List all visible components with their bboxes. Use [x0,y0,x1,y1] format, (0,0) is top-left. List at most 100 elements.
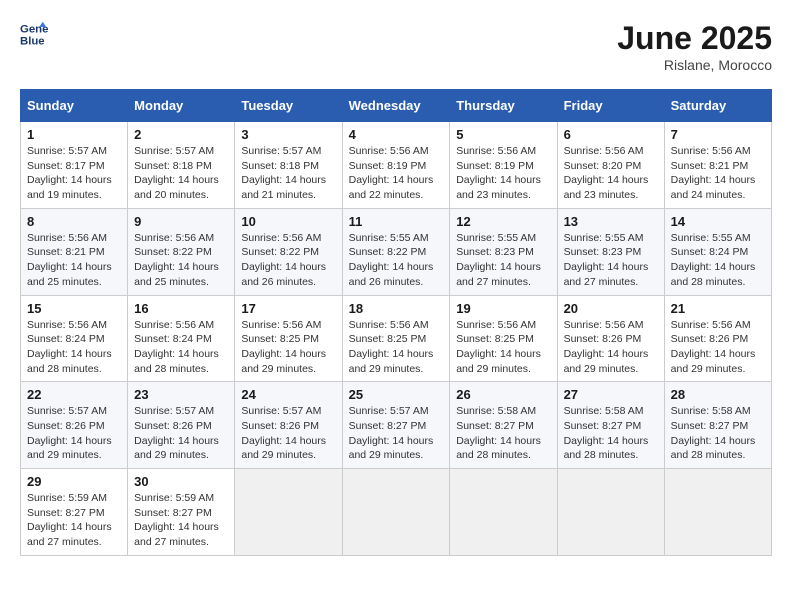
calendar-week-row: 22 Sunrise: 5:57 AM Sunset: 8:26 PM Dayl… [21,382,772,469]
day-number: 27 [564,387,658,402]
day-number: 8 [27,214,121,229]
col-sunday: Sunday [21,90,128,122]
day-info: Sunrise: 5:59 AM Sunset: 8:27 PM Dayligh… [27,491,121,550]
day-number: 24 [241,387,335,402]
day-info: Sunrise: 5:55 AM Sunset: 8:23 PM Dayligh… [456,231,550,290]
day-info: Sunrise: 5:57 AM Sunset: 8:26 PM Dayligh… [134,404,228,463]
day-number: 5 [456,127,550,142]
day-number: 1 [27,127,121,142]
calendar-header-row: Sunday Monday Tuesday Wednesday Thursday… [21,90,772,122]
day-number: 17 [241,301,335,316]
logo-icon: General Blue [20,20,48,48]
page-header: General Blue June 2025 Rislane, Morocco [20,20,772,73]
day-number: 13 [564,214,658,229]
day-number: 9 [134,214,228,229]
day-number: 7 [671,127,765,142]
logo: General Blue [20,20,48,48]
day-number: 20 [564,301,658,316]
day-number: 25 [349,387,444,402]
col-monday: Monday [128,90,235,122]
table-row: 3 Sunrise: 5:57 AM Sunset: 8:18 PM Dayli… [235,122,342,209]
day-info: Sunrise: 5:56 AM Sunset: 8:19 PM Dayligh… [456,144,550,203]
table-row: 7 Sunrise: 5:56 AM Sunset: 8:21 PM Dayli… [664,122,771,209]
day-info: Sunrise: 5:56 AM Sunset: 8:19 PM Dayligh… [349,144,444,203]
day-info: Sunrise: 5:55 AM Sunset: 8:24 PM Dayligh… [671,231,765,290]
table-row: 11 Sunrise: 5:55 AM Sunset: 8:22 PM Dayl… [342,208,450,295]
table-row: 26 Sunrise: 5:58 AM Sunset: 8:27 PM Dayl… [450,382,557,469]
table-row [664,469,771,556]
day-info: Sunrise: 5:56 AM Sunset: 8:26 PM Dayligh… [671,318,765,377]
day-number: 15 [27,301,121,316]
table-row: 12 Sunrise: 5:55 AM Sunset: 8:23 PM Dayl… [450,208,557,295]
day-number: 23 [134,387,228,402]
day-info: Sunrise: 5:58 AM Sunset: 8:27 PM Dayligh… [671,404,765,463]
day-number: 29 [27,474,121,489]
table-row [235,469,342,556]
day-info: Sunrise: 5:56 AM Sunset: 8:25 PM Dayligh… [456,318,550,377]
month-title: June 2025 [617,20,772,57]
day-number: 22 [27,387,121,402]
table-row: 13 Sunrise: 5:55 AM Sunset: 8:23 PM Dayl… [557,208,664,295]
day-number: 30 [134,474,228,489]
day-info: Sunrise: 5:56 AM Sunset: 8:26 PM Dayligh… [564,318,658,377]
day-number: 4 [349,127,444,142]
day-number: 3 [241,127,335,142]
day-number: 6 [564,127,658,142]
day-info: Sunrise: 5:56 AM Sunset: 8:20 PM Dayligh… [564,144,658,203]
day-info: Sunrise: 5:57 AM Sunset: 8:26 PM Dayligh… [241,404,335,463]
table-row: 23 Sunrise: 5:57 AM Sunset: 8:26 PM Dayl… [128,382,235,469]
calendar-week-row: 8 Sunrise: 5:56 AM Sunset: 8:21 PM Dayli… [21,208,772,295]
table-row: 30 Sunrise: 5:59 AM Sunset: 8:27 PM Dayl… [128,469,235,556]
table-row: 10 Sunrise: 5:56 AM Sunset: 8:22 PM Dayl… [235,208,342,295]
day-number: 11 [349,214,444,229]
day-info: Sunrise: 5:56 AM Sunset: 8:24 PM Dayligh… [134,318,228,377]
table-row: 16 Sunrise: 5:56 AM Sunset: 8:24 PM Dayl… [128,295,235,382]
table-row: 17 Sunrise: 5:56 AM Sunset: 8:25 PM Dayl… [235,295,342,382]
day-number: 2 [134,127,228,142]
table-row: 6 Sunrise: 5:56 AM Sunset: 8:20 PM Dayli… [557,122,664,209]
day-info: Sunrise: 5:56 AM Sunset: 8:22 PM Dayligh… [134,231,228,290]
day-info: Sunrise: 5:57 AM Sunset: 8:27 PM Dayligh… [349,404,444,463]
calendar-week-row: 15 Sunrise: 5:56 AM Sunset: 8:24 PM Dayl… [21,295,772,382]
day-number: 21 [671,301,765,316]
day-number: 26 [456,387,550,402]
day-number: 19 [456,301,550,316]
day-info: Sunrise: 5:55 AM Sunset: 8:22 PM Dayligh… [349,231,444,290]
svg-text:Blue: Blue [20,36,45,48]
day-info: Sunrise: 5:56 AM Sunset: 8:25 PM Dayligh… [349,318,444,377]
day-info: Sunrise: 5:57 AM Sunset: 8:17 PM Dayligh… [27,144,121,203]
table-row: 4 Sunrise: 5:56 AM Sunset: 8:19 PM Dayli… [342,122,450,209]
day-number: 28 [671,387,765,402]
table-row: 21 Sunrise: 5:56 AM Sunset: 8:26 PM Dayl… [664,295,771,382]
col-wednesday: Wednesday [342,90,450,122]
table-row: 5 Sunrise: 5:56 AM Sunset: 8:19 PM Dayli… [450,122,557,209]
table-row: 8 Sunrise: 5:56 AM Sunset: 8:21 PM Dayli… [21,208,128,295]
day-info: Sunrise: 5:57 AM Sunset: 8:18 PM Dayligh… [134,144,228,203]
table-row [450,469,557,556]
day-info: Sunrise: 5:58 AM Sunset: 8:27 PM Dayligh… [456,404,550,463]
day-info: Sunrise: 5:55 AM Sunset: 8:23 PM Dayligh… [564,231,658,290]
table-row: 27 Sunrise: 5:58 AM Sunset: 8:27 PM Dayl… [557,382,664,469]
day-info: Sunrise: 5:57 AM Sunset: 8:26 PM Dayligh… [27,404,121,463]
table-row: 14 Sunrise: 5:55 AM Sunset: 8:24 PM Dayl… [664,208,771,295]
day-number: 18 [349,301,444,316]
day-number: 14 [671,214,765,229]
table-row: 28 Sunrise: 5:58 AM Sunset: 8:27 PM Dayl… [664,382,771,469]
location: Rislane, Morocco [617,57,772,73]
day-number: 12 [456,214,550,229]
table-row [557,469,664,556]
table-row: 9 Sunrise: 5:56 AM Sunset: 8:22 PM Dayli… [128,208,235,295]
table-row: 25 Sunrise: 5:57 AM Sunset: 8:27 PM Dayl… [342,382,450,469]
day-number: 10 [241,214,335,229]
day-info: Sunrise: 5:57 AM Sunset: 8:18 PM Dayligh… [241,144,335,203]
calendar-week-row: 29 Sunrise: 5:59 AM Sunset: 8:27 PM Dayl… [21,469,772,556]
title-block: June 2025 Rislane, Morocco [617,20,772,73]
table-row: 29 Sunrise: 5:59 AM Sunset: 8:27 PM Dayl… [21,469,128,556]
table-row: 18 Sunrise: 5:56 AM Sunset: 8:25 PM Dayl… [342,295,450,382]
col-friday: Friday [557,90,664,122]
day-info: Sunrise: 5:58 AM Sunset: 8:27 PM Dayligh… [564,404,658,463]
day-info: Sunrise: 5:56 AM Sunset: 8:22 PM Dayligh… [241,231,335,290]
table-row [342,469,450,556]
day-info: Sunrise: 5:56 AM Sunset: 8:21 PM Dayligh… [671,144,765,203]
col-saturday: Saturday [664,90,771,122]
